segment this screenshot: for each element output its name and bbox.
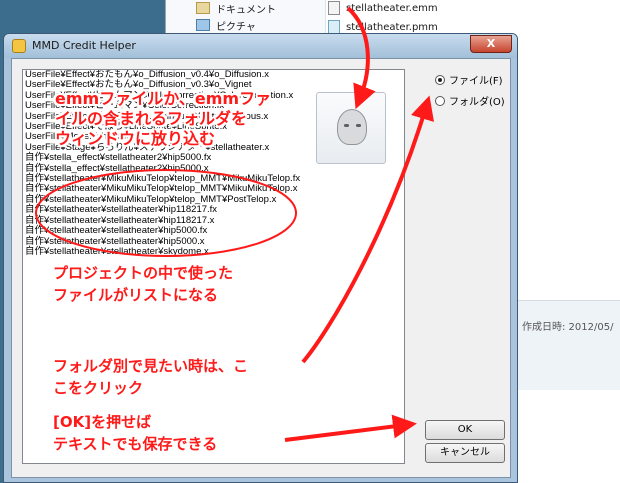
- ok-hint-text: [OK]を押せば テキストでも保存できる: [53, 411, 217, 455]
- file-item-label: stellatheater.pmm: [346, 21, 438, 33]
- list-hint-line: ファイルがリストになる: [53, 286, 219, 304]
- close-button[interactable]: X: [470, 35, 512, 53]
- drop-hint-text: emmファイルか、emmファ イルの含まれるフォルダを ウィンドウに放り込む: [55, 89, 271, 149]
- nav-item-documents[interactable]: ドキュメント: [196, 0, 276, 16]
- folder-hint-line: こをクリック: [53, 379, 144, 397]
- details-pane: [516, 300, 620, 390]
- file-item-label: stellatheater.emm: [346, 2, 438, 14]
- radio-folder[interactable]: フォルダ(O): [435, 93, 505, 108]
- folder-hint-line: フォルダ別で見たい時は、こ: [53, 357, 249, 375]
- drop-hint-line: emmファイルか、emmファ: [55, 89, 272, 108]
- window-title: MMD Credit Helper: [32, 39, 136, 52]
- ok-hint-line: テキストでも保存できる: [53, 435, 218, 453]
- list-hint-line: プロジェクトの中で使った: [53, 264, 234, 282]
- drop-hint-line: ウィンドウに放り込む: [55, 129, 216, 148]
- radio-file[interactable]: ファイル(F): [435, 72, 503, 87]
- model-face-icon: [337, 109, 367, 145]
- ok-button[interactable]: OK: [425, 420, 505, 440]
- list-item[interactable]: 自作¥stellatheater¥stellatheater¥skydome.x: [23, 246, 404, 257]
- radio-file-label: ファイル(F): [449, 76, 503, 87]
- radio-checked-icon: [435, 74, 445, 85]
- document-folder-icon: [196, 2, 210, 14]
- title-bar[interactable]: MMD Credit Helper X: [4, 34, 517, 58]
- drop-hint-line: イルの含まれるフォルダを: [55, 109, 248, 128]
- folder-hint-text: フォルダ別で見たい時は、こ こをクリック: [53, 355, 248, 399]
- list-item[interactable]: 自作¥stellatheater¥stellatheater¥hip5000.f…: [23, 225, 404, 236]
- radio-unchecked-icon: [435, 95, 445, 106]
- cancel-button[interactable]: キャンセル: [425, 443, 505, 463]
- radio-folder-label: フォルダ(O): [449, 97, 505, 108]
- pmm-file-icon: [328, 20, 340, 34]
- nav-item-label: ピクチャ: [216, 21, 256, 33]
- list-hint-text: プロジェクトの中で使った ファイルがリストになる: [53, 262, 233, 306]
- model-preview: [316, 92, 386, 164]
- picture-folder-icon: [196, 19, 210, 31]
- app-icon: [12, 39, 26, 53]
- emm-file-icon: [328, 1, 340, 15]
- nav-item-label: ドキュメント: [216, 4, 276, 16]
- nav-item-pictures[interactable]: ピクチャ: [196, 17, 256, 33]
- file-item-emm[interactable]: stellatheater.emm: [328, 0, 438, 17]
- ok-hint-line: [OK]を押せば: [53, 413, 152, 431]
- created-date: 作成日時: 2012/05/: [522, 322, 614, 333]
